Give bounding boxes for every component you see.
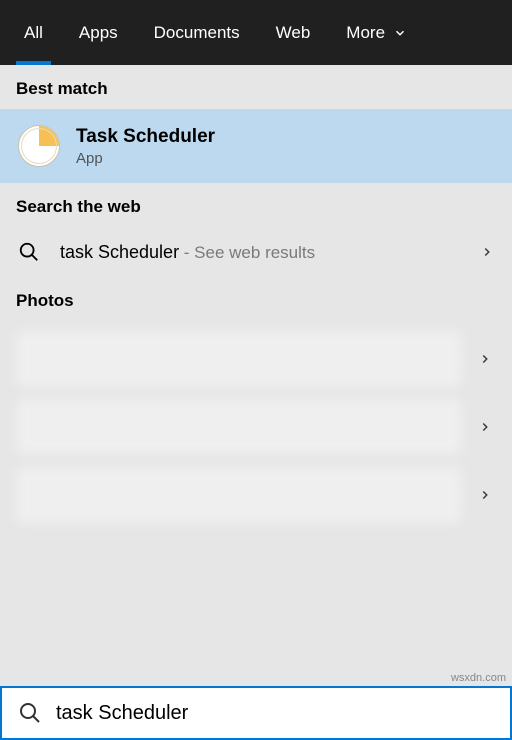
chevron-right-icon <box>478 352 492 366</box>
photo-result-item[interactable] <box>10 393 502 461</box>
best-match-result[interactable]: Task Scheduler App <box>0 109 512 183</box>
web-result-text: task Scheduler - See web results <box>60 242 315 263</box>
tab-label: All <box>24 23 43 43</box>
tab-more[interactable]: More <box>328 0 425 65</box>
web-result-query: task Scheduler <box>60 242 179 262</box>
section-best-match: Best match <box>0 65 512 109</box>
web-result-row[interactable]: task Scheduler - See web results <box>0 227 512 277</box>
tab-label: Documents <box>154 23 240 43</box>
chevron-right-icon <box>478 420 492 434</box>
tab-documents[interactable]: Documents <box>136 0 258 65</box>
tab-label: Apps <box>79 23 118 43</box>
photo-thumbnail-blurred <box>16 467 462 523</box>
task-scheduler-icon <box>18 125 60 167</box>
photo-result-item[interactable] <box>10 325 502 393</box>
photo-thumbnail-blurred <box>16 331 462 387</box>
search-icon <box>18 241 40 263</box>
section-search-web: Search the web <box>0 183 512 227</box>
search-scope-tabs: All Apps Documents Web More <box>0 0 512 65</box>
source-caption: wsxdn.com <box>451 672 506 684</box>
chevron-right-icon <box>480 245 494 259</box>
photo-result-item[interactable] <box>10 461 502 529</box>
section-photos: Photos <box>0 277 512 321</box>
tab-web[interactable]: Web <box>258 0 329 65</box>
tab-label: More <box>346 23 385 43</box>
tab-all[interactable]: All <box>6 0 61 65</box>
photos-results <box>0 321 512 529</box>
best-match-subtitle: App <box>76 150 215 167</box>
tab-label: Web <box>276 23 311 43</box>
photo-thumbnail-blurred <box>16 399 462 455</box>
spacer <box>0 529 512 686</box>
best-match-title: Task Scheduler <box>76 126 215 148</box>
search-box[interactable] <box>0 686 512 740</box>
best-match-text: Task Scheduler App <box>76 126 215 167</box>
chevron-down-icon <box>393 26 407 40</box>
tab-apps[interactable]: Apps <box>61 0 136 65</box>
chevron-right-icon <box>478 488 492 502</box>
search-input[interactable] <box>56 702 494 725</box>
web-result-hint: - See web results <box>179 243 315 262</box>
search-icon <box>18 701 42 725</box>
